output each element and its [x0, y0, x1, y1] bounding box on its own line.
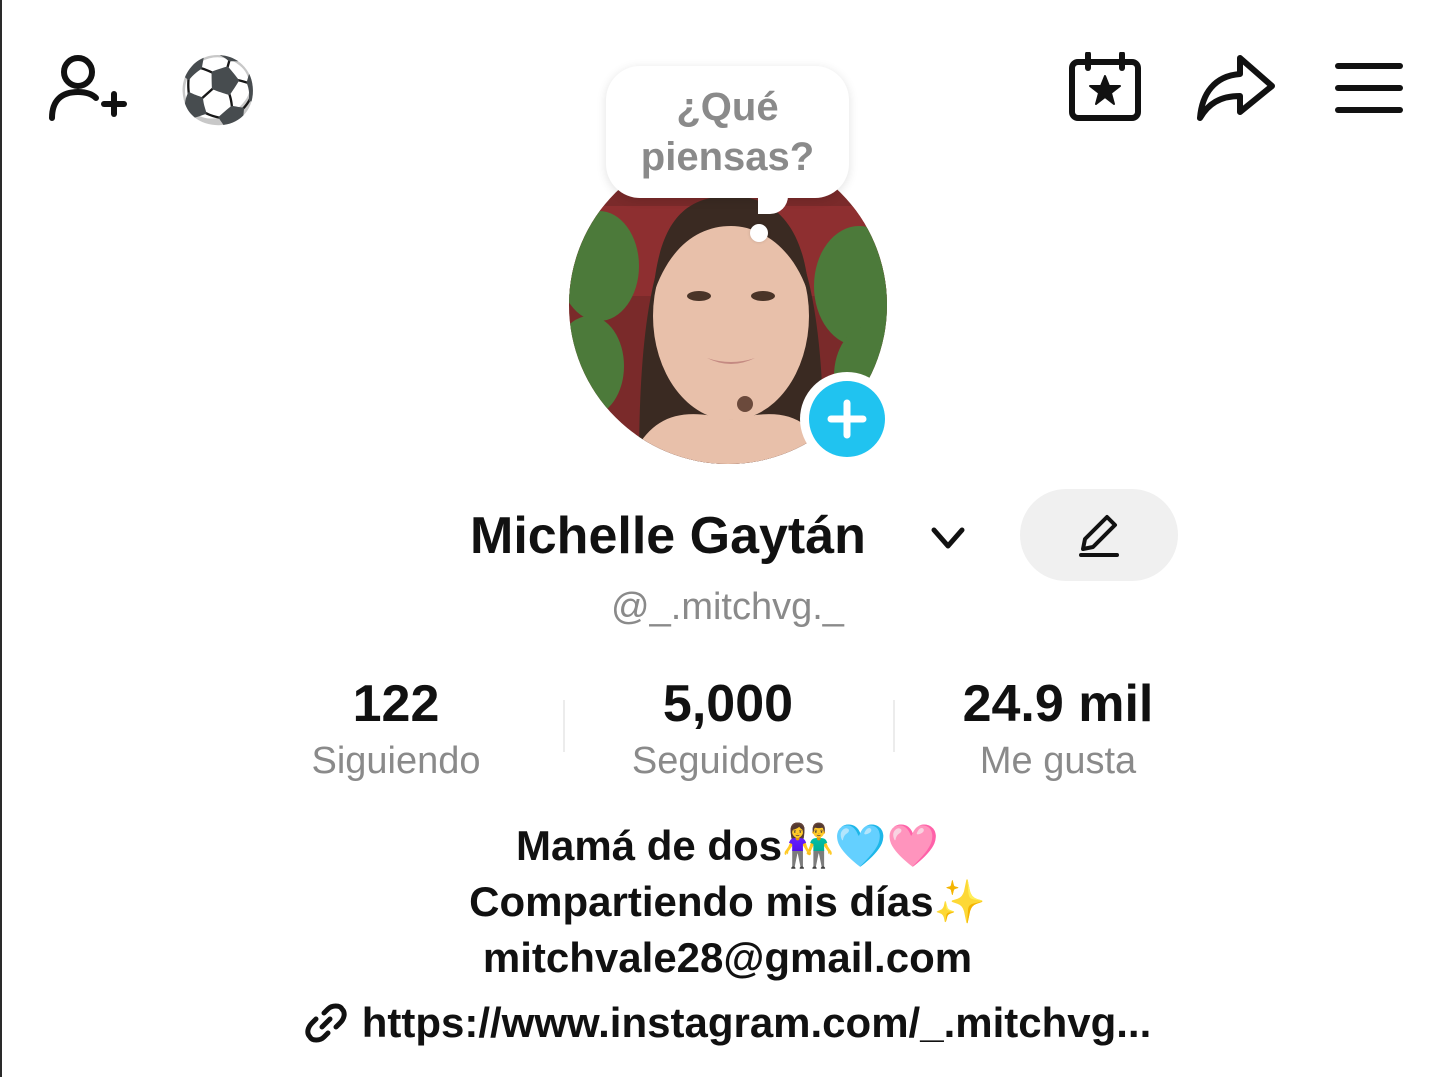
stat-following-label: Siguiendo	[311, 740, 481, 782]
profile-name[interactable]: Michelle Gaytán	[470, 500, 866, 572]
stat-followers[interactable]: 5,000 Seguidores	[578, 672, 878, 786]
chevron-down-icon[interactable]	[928, 520, 968, 556]
bio-line-2-emoji: ✨	[933, 877, 986, 926]
person-plus-icon[interactable]	[46, 52, 128, 124]
soccer-ball-icon[interactable]: ⚽	[178, 55, 258, 127]
stat-followers-value: 5,000	[662, 675, 794, 733]
share-arrow-icon[interactable]	[1196, 52, 1276, 124]
stat-divider	[893, 700, 895, 752]
link-icon	[305, 1003, 347, 1043]
thought-bubble-text: ¿Qué piensas?	[640, 85, 815, 179]
add-story-button[interactable]	[800, 372, 894, 466]
bio-link[interactable]: https://www.instagram.com/_.mitchvg...	[0, 994, 1455, 1052]
bio-line-1-text: Mamá de dos	[516, 822, 783, 869]
hamburger-menu-icon[interactable]	[1334, 60, 1404, 116]
thought-bubble[interactable]: ¿Qué piensas?	[606, 66, 849, 198]
stat-followers-label: Seguidores	[631, 740, 825, 782]
stat-likes-value: 24.9 mil	[962, 675, 1154, 733]
bio-line-2: Compartiendo mis días✨	[0, 874, 1455, 930]
calendar-star-icon[interactable]	[1068, 52, 1142, 122]
stat-following-value: 122	[352, 675, 440, 733]
bio-link-text: https://www.instagram.com/_.mitchvg...	[361, 999, 1152, 1046]
plus-icon	[809, 381, 885, 457]
bio-line-2-text: Compartiendo mis días	[469, 878, 934, 925]
profile-handle: @_.mitchvg._	[611, 586, 844, 628]
bio-line-1: Mamá de dos👫🩵🩷	[0, 818, 1455, 874]
stat-divider	[563, 700, 565, 752]
bio-line-1-emoji: 👫🩵🩷	[782, 821, 939, 870]
stat-following[interactable]: 122 Siguiendo	[246, 672, 546, 786]
stat-likes[interactable]: 24.9 mil Me gusta	[908, 672, 1208, 786]
thought-bubble-dot	[750, 224, 768, 242]
stat-likes-label: Me gusta	[979, 740, 1137, 782]
bio-email: mitchvale28@gmail.com	[482, 934, 973, 981]
edit-profile-button[interactable]	[1020, 489, 1178, 581]
pencil-icon	[1079, 515, 1119, 557]
